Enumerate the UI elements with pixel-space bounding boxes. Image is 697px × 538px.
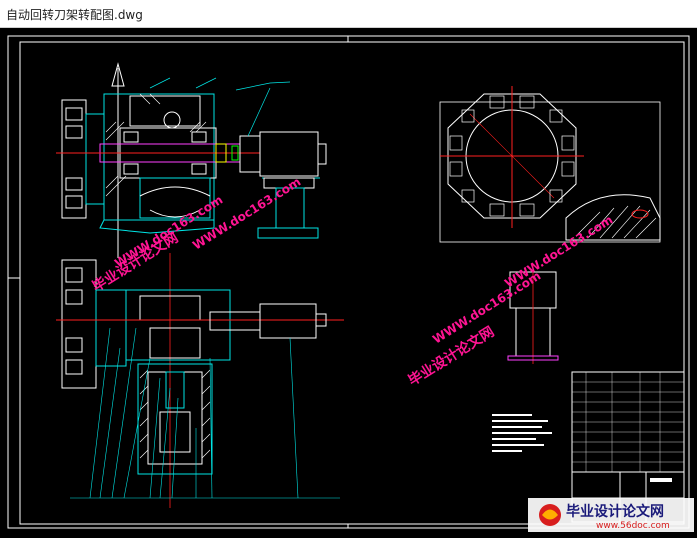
logo-url: www.56doc.com (596, 521, 670, 531)
technical-notes (492, 414, 552, 452)
section-view-octagon (439, 86, 661, 243)
window-title: 自动回转刀架转配图.dwg (6, 8, 143, 22)
watermark-url: WWW.doc163.com (502, 213, 615, 291)
logo-text: 毕业设计论文网 (566, 503, 664, 520)
site-logo: 毕业设计论文网 www.56doc.com (528, 498, 694, 532)
watermark-6: WWW.doc163.com (502, 213, 615, 291)
drawing-canvas[interactable]: 毕业设计论文网 WWW.doc163.com WWW.doc163.com 毕业… (0, 28, 697, 534)
top-left-view (56, 62, 327, 258)
window-titlebar: 自动回转刀架转配图.dwg (0, 0, 697, 28)
cad-drawing: 毕业设计论文网 WWW.doc163.com WWW.doc163.com 毕业… (7, 35, 694, 532)
inner-frame (19, 41, 685, 525)
